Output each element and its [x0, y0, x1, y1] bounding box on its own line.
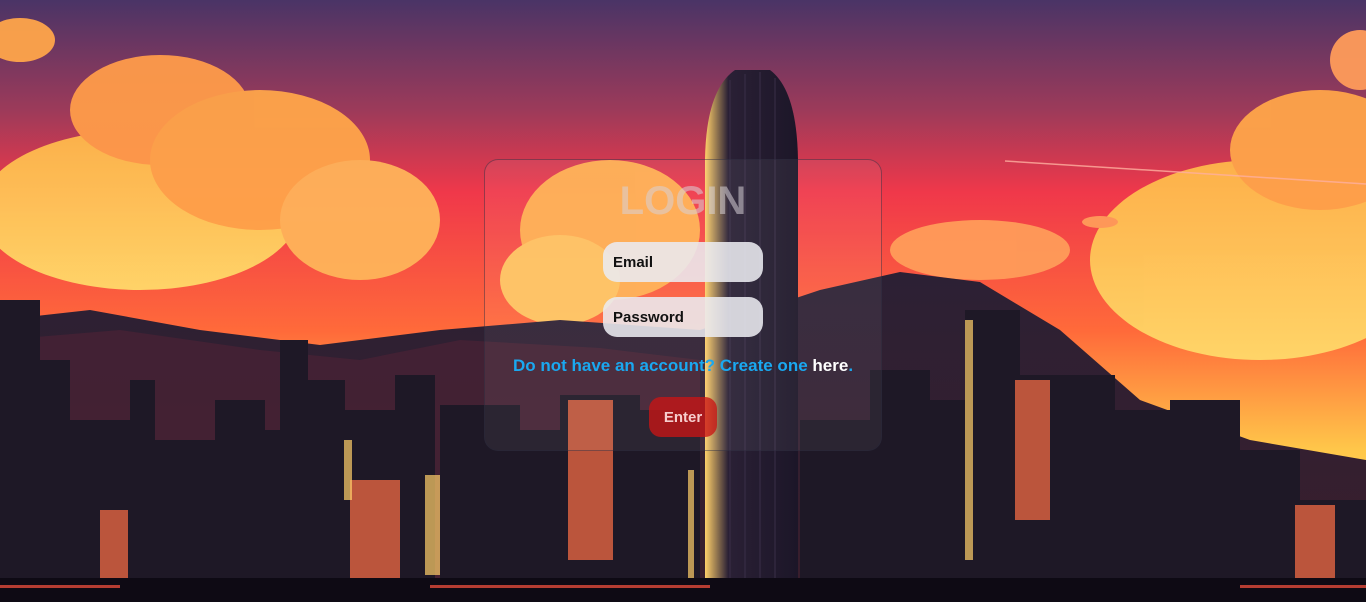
signup-prompt: Do not have an account? Create one here.: [0, 356, 1366, 376]
email-field[interactable]: [603, 242, 763, 282]
login-title: LOGIN: [619, 179, 747, 223]
signup-period: .: [848, 356, 854, 375]
password-field[interactable]: [603, 297, 763, 337]
signup-here-link[interactable]: here: [812, 356, 848, 375]
signup-prompt-text: Do not have an account? Create one: [512, 356, 813, 375]
enter-button[interactable]: Enter: [649, 397, 717, 437]
